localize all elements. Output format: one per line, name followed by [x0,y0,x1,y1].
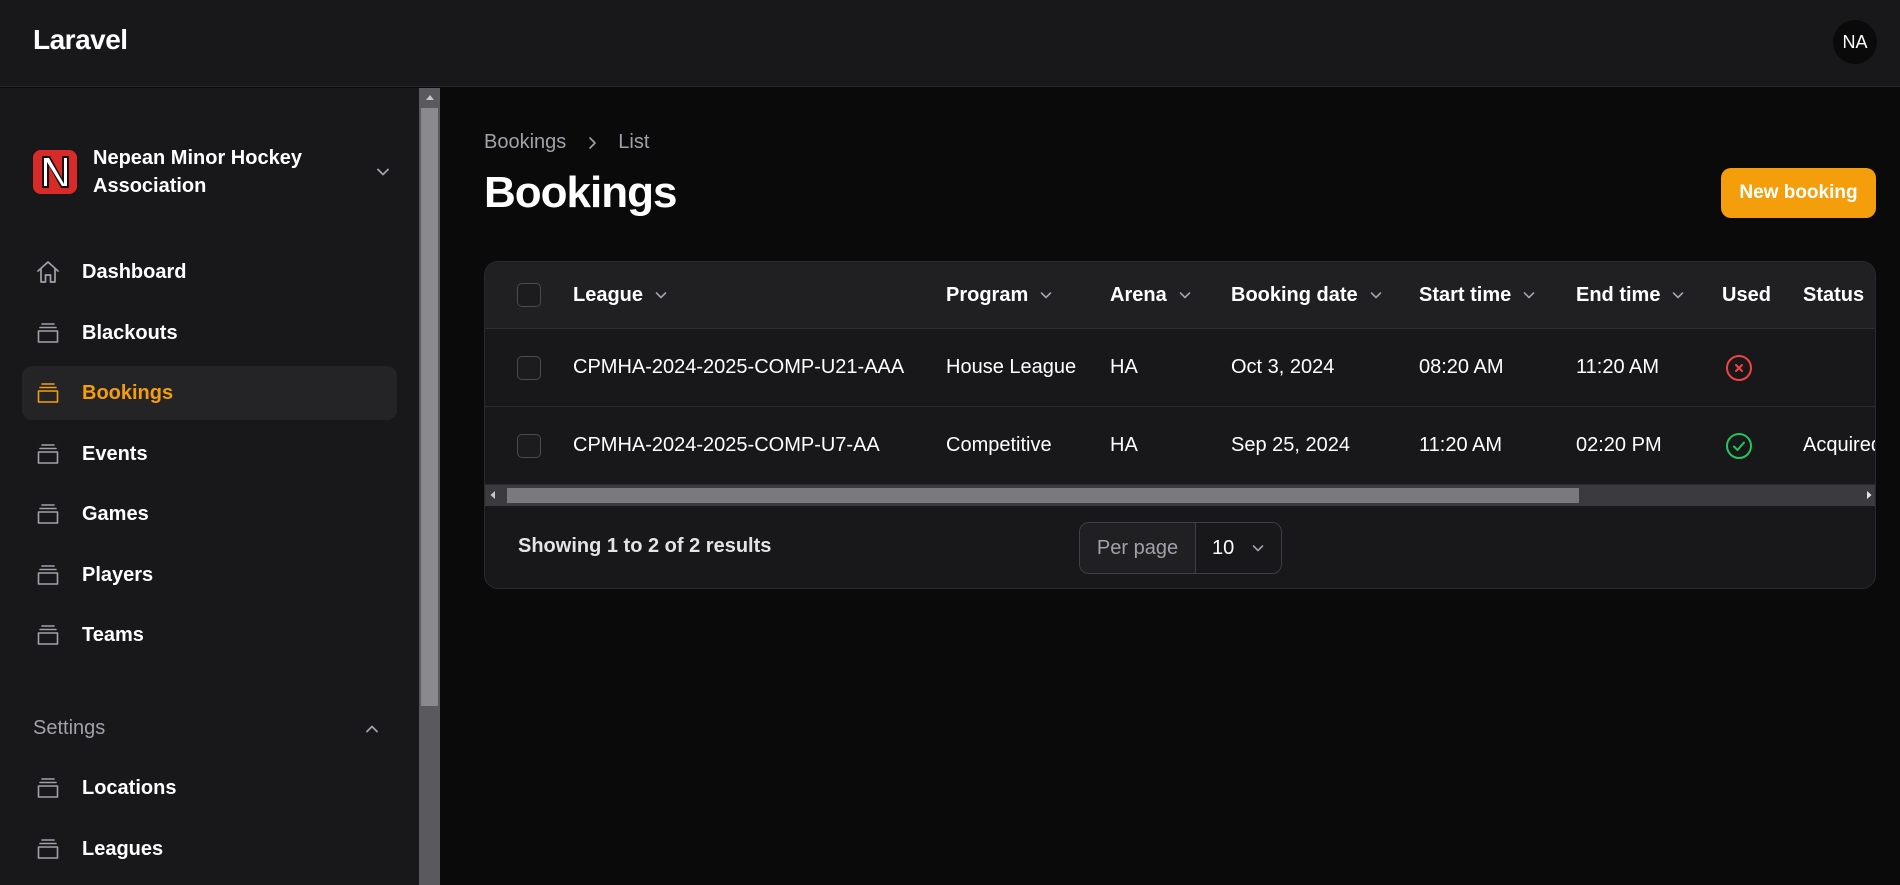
chevron-up-icon[interactable] [362,719,382,739]
sidebar-item-games[interactable]: Games [22,487,397,541]
select-all-cell [517,262,541,328]
breadcrumb: Bookings List [484,131,649,154]
sort-chevron-icon [1179,292,1191,299]
cell-league: CPMHA-2024-2025-COMP-U7-AA [573,434,880,456]
chevron-down-icon [377,168,389,176]
sidebar-item-label: Players [82,563,154,586]
column-header-booking-date[interactable]: Booking date [1231,262,1384,328]
new-booking-button[interactable]: New booking [1721,168,1876,218]
breadcrumb-item-bookings[interactable]: Bookings [484,131,566,154]
column-header-start-time[interactable]: Start time [1419,262,1537,328]
cell-end-time: 11:20 AM [1576,356,1660,378]
table-scrollbar-thumb[interactable] [507,488,1579,503]
tenant-logo-icon [33,150,77,194]
cell-booking-date: Sep 25, 2024 [1231,434,1350,456]
x-circle-icon [1726,354,1752,381]
column-header-used: Used [1722,283,1771,306]
bookings-table-card: League Program Arena Booking date Start … [484,261,1876,589]
cell-league: CPMHA-2024-2025-COMP-U21-AAA [573,356,905,378]
breadcrumb-item-list: List [618,131,650,153]
sidebar-item-label: Bookings [82,381,174,404]
stack-icon [37,444,59,464]
cell-end-time: 02:20 PM [1576,434,1662,456]
column-header-league[interactable]: League [573,262,669,328]
cell-booking-date: Oct 3, 2024 [1231,356,1335,378]
sidebar: Nepean Minor Hockey Association Dashboar… [0,88,419,885]
table-row[interactable]: CPMHA-2024-2025-COMP-U7-AA Competitive H… [485,407,1876,485]
check-circle-icon [1726,432,1752,459]
cell-used [1725,407,1753,484]
cell-arena: HA [1110,434,1138,456]
stack-icon [37,323,59,343]
column-header-program[interactable]: Program [946,262,1054,328]
sidebar-item-label: Leagues [82,837,164,860]
row-checkbox[interactable] [517,355,541,380]
tenant-switcher[interactable]: Nepean Minor Hockey Association [33,140,393,204]
sidebar-item-label: Dashboard [82,260,187,283]
page-title: Bookings [484,168,677,217]
table-horizontal-scrollbar[interactable] [485,485,1875,506]
sidebar-item-teams[interactable]: Teams [22,608,397,662]
settings-group-label[interactable]: Settings [33,717,105,740]
sidebar-item-dashboard[interactable]: Dashboard [22,245,397,299]
cell-start-time: 11:20 AM [1419,434,1503,456]
cell-start-time: 08:20 AM [1419,356,1504,378]
column-header-status[interactable]: Status [1803,262,1876,328]
user-avatar[interactable]: NA [1833,20,1877,64]
sidebar-item-label: Teams [82,623,144,646]
sidebar-item-label: Events [82,442,148,465]
sidebar-item-label: Games [82,502,149,525]
chevron-right-icon [589,136,597,149]
sidebar-item-events[interactable]: Events [22,427,397,481]
stack-icon [37,625,59,645]
row-checkbox[interactable] [517,433,541,458]
per-page-label: Per page [1080,523,1196,573]
stack-icon [37,383,59,403]
sort-chevron-icon [1040,292,1052,299]
sort-chevron-icon [1523,292,1535,299]
per-page-select[interactable]: 10 [1196,523,1281,573]
sidebar-item-leagues[interactable]: Leagues [22,822,397,876]
home-icon [37,261,59,283]
scroll-right-arrow-icon[interactable] [1865,490,1873,500]
tenant-name: Nepean Minor Hockey Association [93,147,302,197]
table-header: League Program Arena Booking date Start … [485,262,1876,329]
scroll-left-arrow-icon[interactable] [489,490,497,500]
cell-used [1725,329,1753,406]
sort-chevron-icon [1370,292,1381,299]
sort-chevron-icon [655,292,667,299]
sidebar-item-locations[interactable]: Locations [22,761,397,815]
cell-status: Acquired [1803,434,1876,456]
per-page-value: 10 [1212,536,1235,559]
sort-chevron-icon [1673,292,1684,299]
cell-arena: HA [1110,356,1138,378]
stack-icon [37,778,59,798]
sidebar-scrollbar-thumb[interactable] [421,108,438,706]
sidebar-item-blackouts[interactable]: Blackouts [22,306,397,360]
column-header-end-time[interactable]: End time [1576,262,1686,328]
scroll-up-arrow-icon[interactable] [419,88,440,106]
stack-icon [37,504,59,524]
cell-program: Competitive [946,434,1052,456]
pagination-summary: Showing 1 to 2 of 2 results [518,535,772,557]
sidebar-item-label: Locations [82,776,177,799]
cell-program: House League [946,356,1077,378]
stack-icon [37,839,59,859]
stack-icon [37,565,59,585]
select-all-checkbox[interactable] [517,283,541,307]
sort-chevron-icon [1874,287,1876,303]
sidebar-item-bookings[interactable]: Bookings [22,366,397,420]
column-header-arena[interactable]: Arena [1110,262,1193,328]
per-page-control: Per page 10 [1079,522,1282,574]
top-bar: Laravel NA [0,0,1900,87]
table-row[interactable]: CPMHA-2024-2025-COMP-U21-AAA House Leagu… [485,329,1875,407]
brand-logo[interactable]: Laravel [33,24,128,56]
sidebar-item-label: Blackouts [82,321,178,344]
chevron-down-icon [1252,545,1264,552]
sidebar-item-players[interactable]: Players [22,548,397,602]
